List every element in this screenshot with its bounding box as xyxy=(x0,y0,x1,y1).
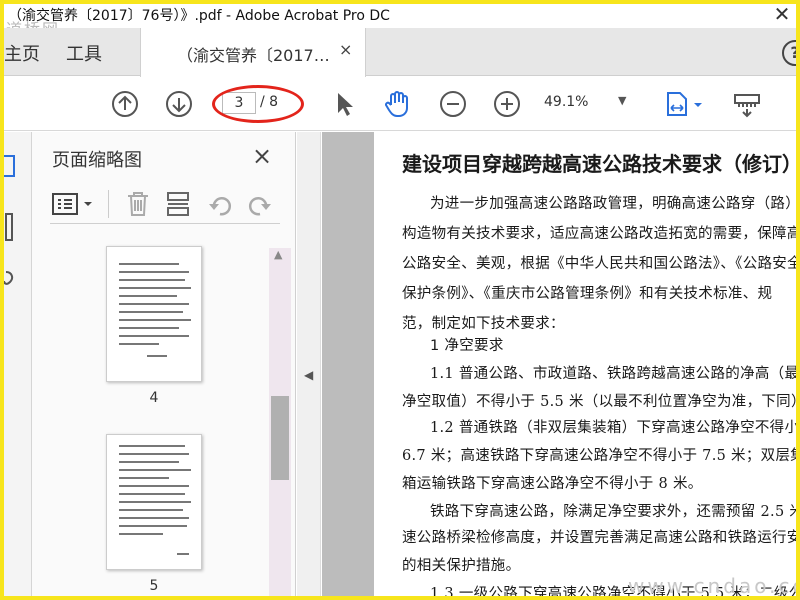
document-line: 为进一步加强高速公路路政管理，明确高速公路穿（路）通 xyxy=(430,196,800,212)
document-heading: 建设项目穿越跨越高速公路技术要求（修订） xyxy=(402,152,800,176)
page-thumbnail-5[interactable] xyxy=(106,434,202,570)
tab-close-icon[interactable]: × xyxy=(339,40,352,59)
zoom-value: 49.1% xyxy=(544,94,589,110)
thumbnail-toolbar xyxy=(50,184,280,224)
thumbnail-label: 4 xyxy=(149,390,159,406)
collapse-arrow-icon[interactable]: ◀ xyxy=(304,368,313,382)
panel-collapse-strip[interactable]: ◀ xyxy=(297,132,321,596)
title-bar: （渝交管养〔2017〕76号）》.pdf - Adobe Acrobat Pro… xyxy=(4,4,796,28)
thumbnails-panel: 页面缩略图 × 4 5 ▲ xyxy=(32,132,296,596)
previous-page-icon[interactable] xyxy=(110,89,140,119)
scrollbar-thumb[interactable] xyxy=(271,396,289,480)
scroll-up-icon[interactable]: ▲ xyxy=(274,248,282,261)
window-close-icon[interactable]: ✕ xyxy=(764,4,796,26)
section-heading: 1 净空要求 xyxy=(430,338,504,354)
delete-page-icon[interactable] xyxy=(124,190,152,218)
select-tool-icon[interactable] xyxy=(330,89,360,119)
insert-page-icon[interactable] xyxy=(164,190,192,218)
chevron-down-icon: ▼ xyxy=(618,94,627,107)
panel-title: 页面缩略图 xyxy=(52,150,142,171)
watermark-bottom: www.cndao.com xyxy=(628,574,796,598)
document-line: 铁路下穿高速公路，除满足净空要求外，还需预留 2.5 米 xyxy=(430,504,800,520)
attachments-icon[interactable] xyxy=(4,268,18,290)
rotate-left-icon[interactable] xyxy=(206,190,234,218)
toolbar: 3 / 8 49.1% ▼ xyxy=(4,77,796,131)
tab-bar: 主页 工具 （渝交管养〔2017… × ? xyxy=(4,28,796,77)
next-page-icon[interactable] xyxy=(164,89,194,119)
document-line: 的相关保护措施。 xyxy=(402,558,521,574)
hand-tool-icon[interactable] xyxy=(382,89,412,119)
zoom-select[interactable]: 49.1% ▼ xyxy=(544,94,636,116)
document-line: 公路安全、美观，根据《中华人民共和国公路法》、《公路安全 xyxy=(402,256,800,272)
document-line: 1.1 普通公路、市政道路、铁路跨越高速公路的净高（最 xyxy=(430,366,800,382)
thumbnail-list: 4 5 xyxy=(50,242,270,596)
document-line: 速公路桥梁检修高度，并设置完善满足高速公路和铁路运行安全 xyxy=(402,530,800,546)
more-tools-icon[interactable] xyxy=(730,89,764,119)
tab-home[interactable]: 主页 xyxy=(4,40,40,66)
document-line: 净空取值）不得小于 5.5 米（以最不利位置净空为准，下同） xyxy=(402,394,800,410)
tab-tools[interactable]: 工具 xyxy=(66,40,102,66)
navigation-rail xyxy=(4,132,32,596)
bookmarks-icon[interactable] xyxy=(4,212,18,242)
tab-document-label: （渝交管养〔2017… xyxy=(177,46,330,65)
zoom-out-icon[interactable] xyxy=(438,89,468,119)
options-menu-icon[interactable] xyxy=(50,192,100,216)
help-icon[interactable]: ? xyxy=(782,40,796,66)
annotation-oval xyxy=(212,85,304,123)
app-window: （渝交管养〔2017〕76号）》.pdf - Adobe Acrobat Pro… xyxy=(0,0,800,600)
document-viewport[interactable]: 建设项目穿越跨越高速公路技术要求（修订） 为进一步加强高速公路路政管理，明确高速… xyxy=(322,132,800,596)
document-line: 构造物有关技术要求，适应高速公路改造拓宽的需要，保障高速 xyxy=(402,226,800,242)
toolbar-divider xyxy=(108,190,109,218)
document-line: 保护条例》、《重庆市公路管理条例》和有关技术标准、规 xyxy=(402,286,773,302)
thumbnail-scrollbar[interactable]: ▲ xyxy=(269,248,291,596)
document-page: 建设项目穿越跨越高速公路技术要求（修订） 为进一步加强高速公路路政管理，明确高速… xyxy=(374,132,800,596)
window-title: （渝交管养〔2017〕76号）》.pdf - Adobe Acrobat Pro… xyxy=(8,8,390,24)
document-line: 箱运输铁路下穿高速公路净空不得小于 8 米。 xyxy=(402,476,703,492)
document-line: 范，制定如下技术要求： xyxy=(402,316,565,332)
fit-page-icon[interactable] xyxy=(664,89,708,119)
thumbnail-label: 5 xyxy=(149,578,159,594)
zoom-in-icon[interactable] xyxy=(492,89,522,119)
page-thumbnails-icon[interactable] xyxy=(4,154,18,178)
rotate-right-icon[interactable] xyxy=(246,190,274,218)
page-thumbnail-4[interactable] xyxy=(106,246,202,382)
document-line: 6.7 米；高速铁路下穿高速公路净空不得小于 7.5 米；双层集装 xyxy=(402,448,800,464)
panel-close-icon[interactable]: × xyxy=(252,142,272,170)
tab-document[interactable]: （渝交管养〔2017… × xyxy=(140,28,366,77)
document-line: 1.2 普通铁路（非双层集装箱）下穿高速公路净空不得小 xyxy=(430,420,800,436)
